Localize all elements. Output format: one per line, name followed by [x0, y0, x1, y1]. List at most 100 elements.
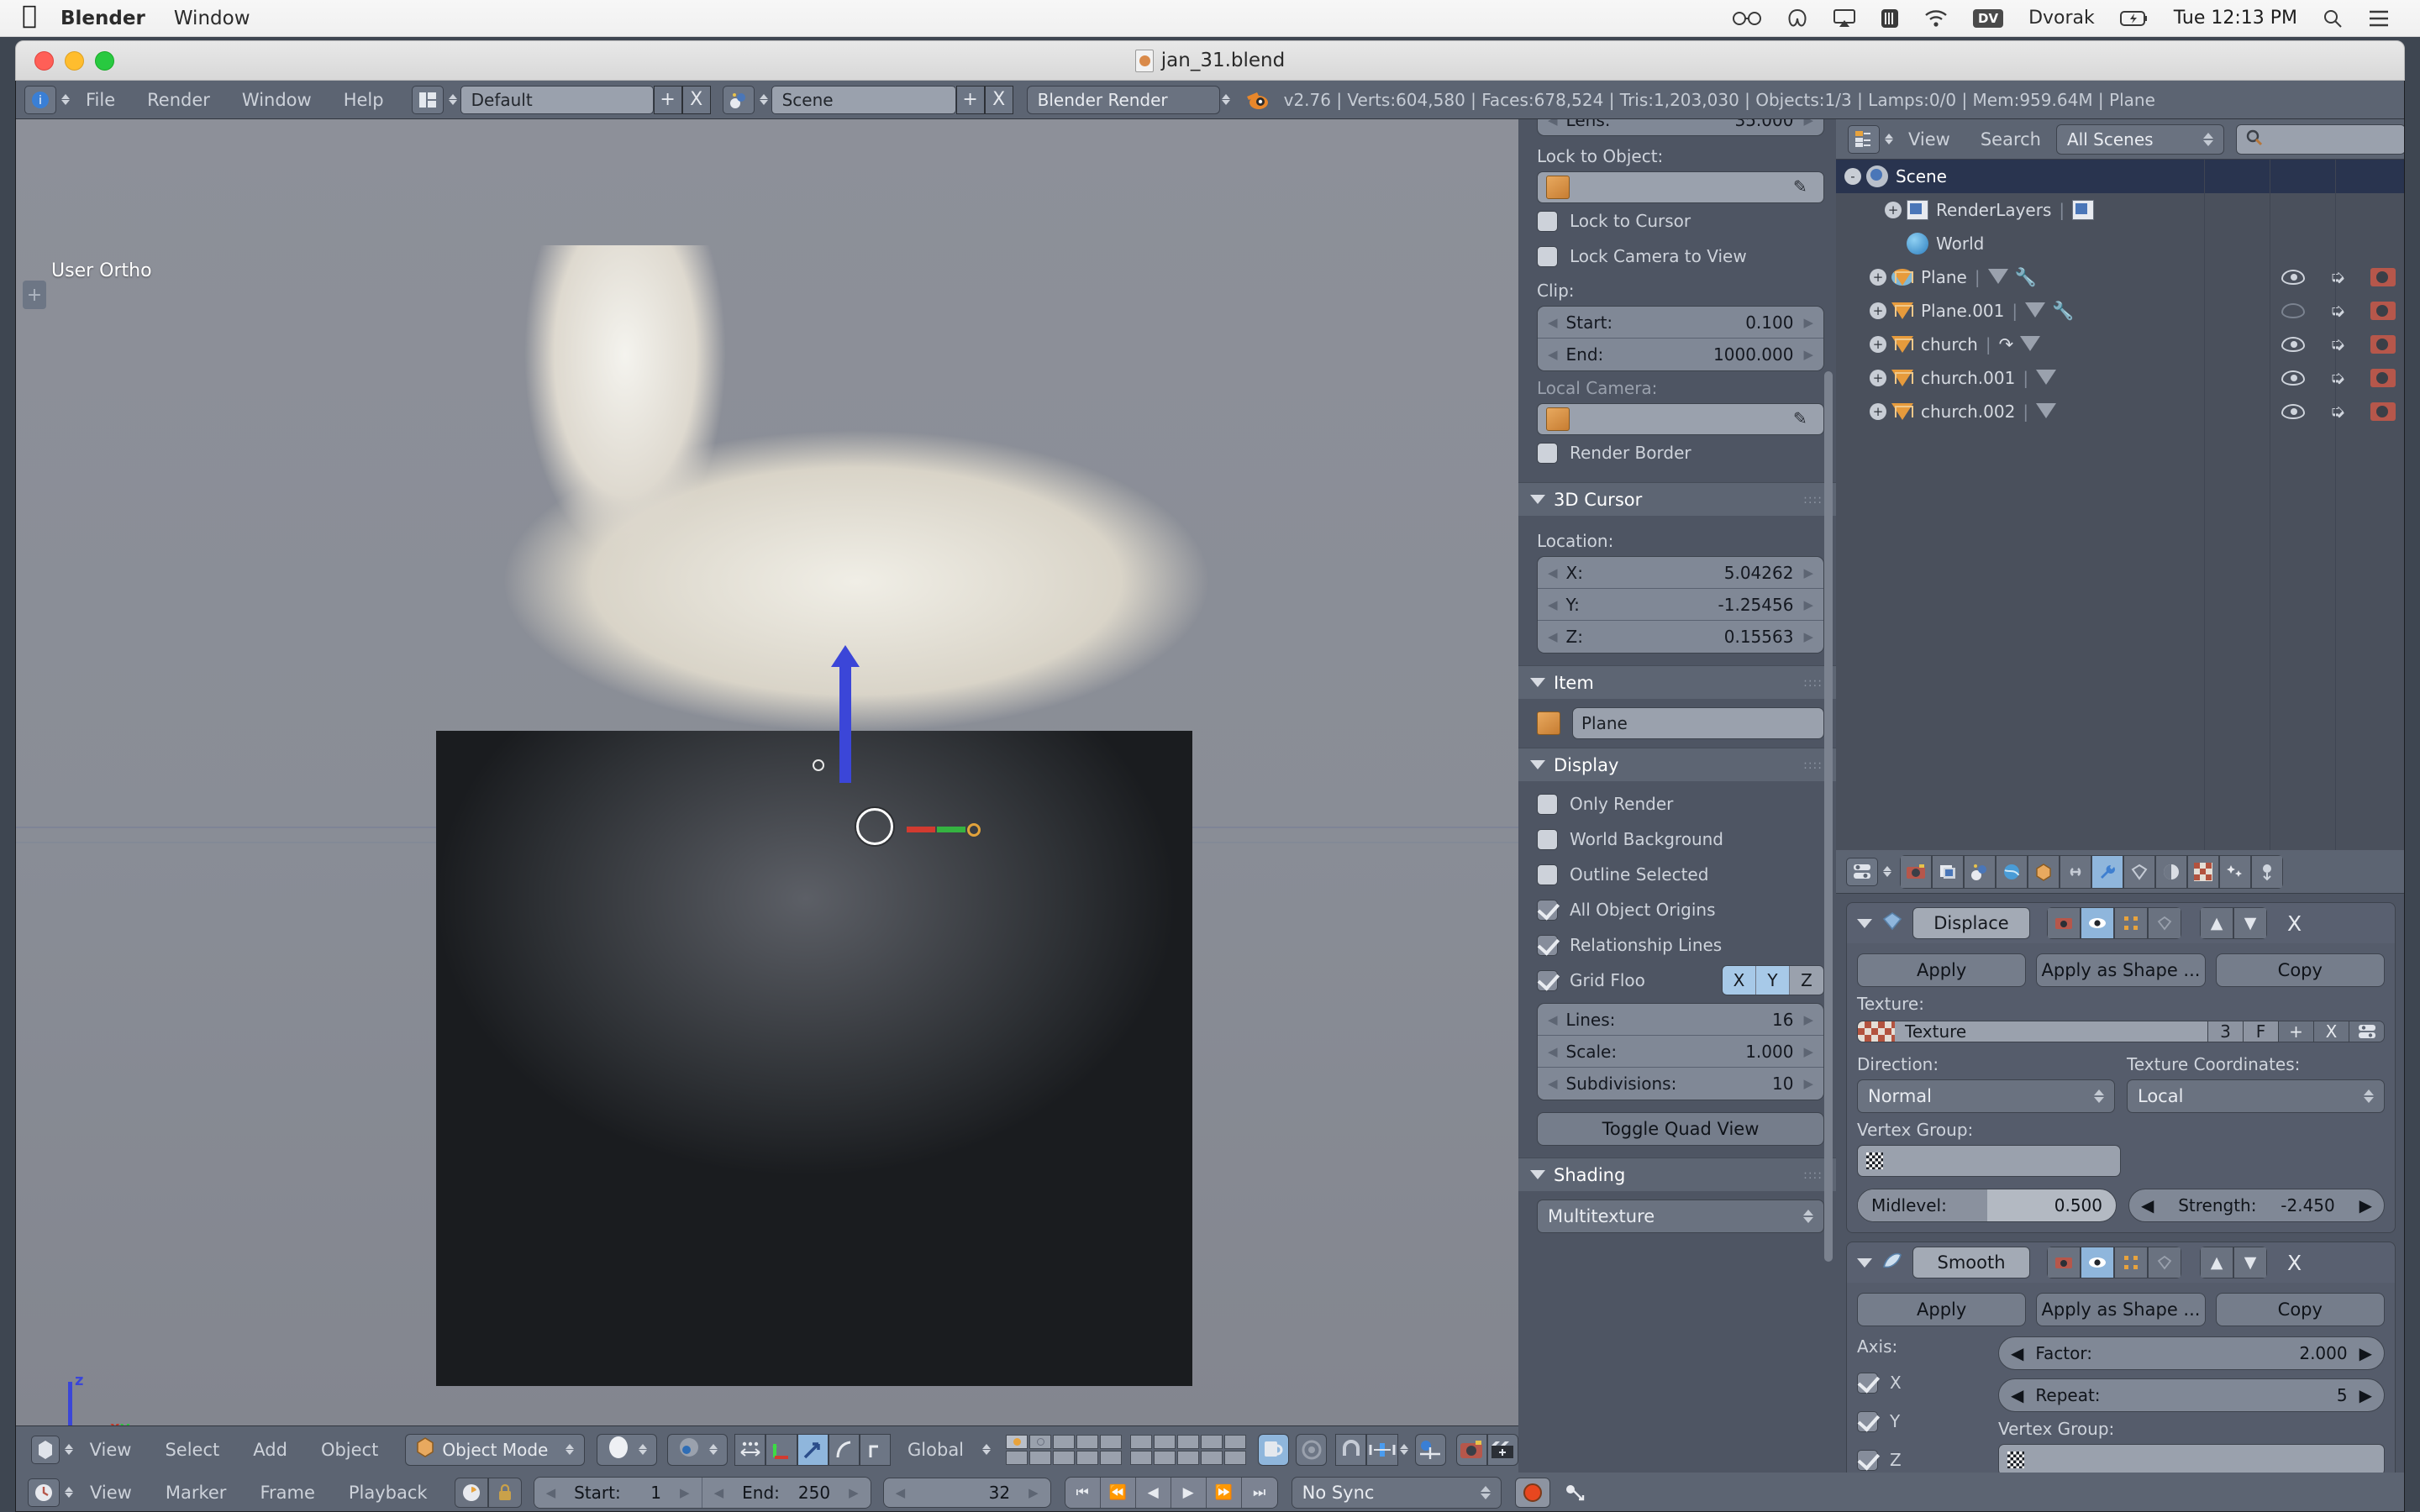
info-editor-type-icon[interactable]: i — [24, 85, 56, 114]
timeline-editor-icon[interactable] — [28, 1478, 60, 1507]
layer-cell[interactable] — [1154, 1450, 1176, 1465]
menu-help[interactable]: Help — [328, 90, 400, 110]
apple-logo-icon[interactable]:  — [22, 3, 37, 29]
render-engine-select[interactable]: Blender Render — [1026, 85, 1220, 114]
texture-unlink-button[interactable]: X — [2313, 1021, 2349, 1042]
menu-window[interactable]: Window — [226, 90, 328, 110]
grid-lines-field[interactable]: ◀ Lines: 16 ▶ — [1538, 1004, 1823, 1036]
repeat-inc[interactable]: ▶ — [2360, 1385, 2372, 1405]
expand-toggle-icon[interactable]: - — [1844, 168, 1861, 185]
viewport-properties-panel[interactable]: ◀ Lens: 35.000 ▶ Lock to Object: ✎ Lock … — [1518, 119, 1836, 1473]
edit-mode-toggle-icon[interactable] — [2114, 907, 2148, 939]
delete-screen-button[interactable]: X — [681, 85, 711, 114]
scale-manipulator-icon[interactable] — [828, 1433, 860, 1466]
modifier-name-field[interactable]: Smooth — [1912, 1247, 2030, 1278]
cursor-x-field[interactable]: ◀ X: 5.04262 ▶ — [1538, 557, 1823, 589]
collapse-triangle-icon[interactable] — [1530, 495, 1545, 504]
layer-cell[interactable] — [1029, 1450, 1052, 1465]
layer-cell[interactable] — [1201, 1434, 1223, 1449]
transform-manipulator[interactable] — [907, 823, 999, 837]
input-source-label[interactable]: Dvorak — [2028, 8, 2095, 29]
animation-icon[interactable]: ↷ — [1999, 334, 2014, 354]
repeat-dec[interactable]: ◀ — [2011, 1385, 2023, 1405]
section-item-header[interactable]: Item :::: — [1518, 665, 1836, 699]
smooth-axis-x-checkbox[interactable] — [1857, 1372, 1878, 1394]
modifier-smooth[interactable]: Smooth ▲ ▼ X Apply Apply as Shape ... Co… — [1846, 1242, 2396, 1473]
texture-browse-icon[interactable] — [2349, 1021, 2384, 1042]
only-render-row[interactable]: Only Render — [1537, 786, 1824, 822]
texture-coordinates-select[interactable]: Local — [2127, 1079, 2385, 1113]
section-display-header[interactable]: Display :::: — [1518, 748, 1836, 781]
material-tab-icon[interactable] — [2155, 854, 2187, 889]
timeline-menu-playback[interactable]: Playback — [332, 1483, 445, 1503]
modifier-wrench-icon[interactable]: 🔧 — [2015, 267, 2037, 288]
outliner-editor-spinner[interactable] — [1885, 134, 1893, 144]
layer-cell[interactable] — [1130, 1450, 1153, 1465]
smooth-vertex-group-field[interactable] — [1998, 1444, 2385, 1473]
smooth-axis-z-row[interactable]: Z — [1857, 1446, 1983, 1473]
frame-start-field[interactable]: ◀ Start: 1 ▶ — [534, 1477, 702, 1508]
translate-manipulator-icon[interactable] — [765, 1433, 797, 1466]
subdivisions-dec[interactable]: ◀ — [1548, 1076, 1558, 1091]
move-modifier-up-icon[interactable]: ▲ — [2200, 907, 2233, 939]
cursor-x-dec[interactable]: ◀ — [1548, 565, 1558, 580]
delete-modifier-icon[interactable]: X — [2287, 911, 2302, 936]
lock-camera-to-view-checkbox[interactable] — [1537, 245, 1558, 267]
render-layers-badge-icon[interactable] — [2072, 200, 2095, 220]
section-shading-header[interactable]: Shading :::: — [1518, 1158, 1836, 1191]
lock-object-modes-icon[interactable] — [1258, 1433, 1290, 1466]
lock-camera-to-view-row[interactable]: Lock Camera to View — [1537, 239, 1824, 274]
current-frame-dec[interactable]: ◀ — [896, 1485, 906, 1500]
particles-tab-icon[interactable] — [2219, 854, 2251, 889]
screen-layout-spinner[interactable] — [448, 94, 457, 105]
snap-target-icon[interactable] — [1366, 1433, 1398, 1466]
smooth-axis-y-checkbox[interactable] — [1857, 1410, 1878, 1432]
smooth-apply-as-shape-button[interactable]: Apply as Shape ... — [2036, 1293, 2206, 1326]
interaction-mode-select[interactable]: Object Mode — [405, 1433, 586, 1466]
butterfly-icon[interactable] — [1786, 8, 1808, 29]
info-editor-type-spinner[interactable] — [61, 94, 70, 105]
mesh-data-icon[interactable] — [2036, 370, 2057, 386]
world-background-checkbox[interactable] — [1537, 828, 1558, 850]
move-modifier-down-icon[interactable]: ▼ — [2233, 1247, 2267, 1278]
3d-view-editor-icon[interactable] — [31, 1435, 60, 1464]
section-3d-cursor-header[interactable]: 3D Cursor :::: — [1518, 482, 1836, 516]
only-render-checkbox[interactable] — [1537, 793, 1558, 815]
render-engine-spinner[interactable] — [1221, 94, 1230, 105]
modifier-name-field[interactable]: Displace — [1912, 907, 2030, 939]
expand-toggle-icon[interactable]: + — [1885, 202, 1902, 218]
smooth-repeat-field[interactable]: ◀ Repeat: 5 ▶ — [1998, 1378, 2385, 1412]
sync-mode-arrows[interactable] — [1480, 1485, 1491, 1499]
grid-axis-z[interactable]: Z — [1790, 966, 1823, 995]
frame-end-field[interactable]: ◀ End: 250 ▶ — [702, 1477, 871, 1508]
manipulator-extra-icon[interactable] — [859, 1433, 892, 1466]
local-camera-field[interactable]: ✎ — [1537, 403, 1824, 435]
mesh-data-icon[interactable] — [2020, 336, 2041, 353]
viewport-menu-add[interactable]: Add — [236, 1440, 304, 1460]
delete-scene-button[interactable]: X — [984, 85, 1013, 114]
viewport-menu-view[interactable]: View — [73, 1440, 149, 1460]
manipulator-toggle-icon[interactable] — [734, 1433, 766, 1466]
frame-forward-icon[interactable]: ⏩ — [1206, 1477, 1242, 1508]
lock-to-cursor-row[interactable]: Lock to Cursor — [1537, 203, 1824, 239]
layer-cell[interactable] — [1053, 1450, 1076, 1465]
record-icon[interactable] — [1514, 1477, 1550, 1508]
cursor-x-inc[interactable]: ▶ — [1803, 565, 1813, 580]
modifier-displace-header[interactable]: Displace ▲ ▼ X — [1847, 903, 2395, 943]
scene-field[interactable]: Scene — [771, 85, 956, 114]
render-border-row[interactable]: Render Border — [1537, 435, 1824, 470]
outliner-search-input[interactable] — [2236, 123, 2404, 155]
menu-file[interactable]: File — [70, 90, 131, 110]
texture-coordinates-arrows[interactable] — [2364, 1089, 2374, 1103]
auto-key-icon[interactable] — [454, 1477, 488, 1508]
displace-apply-as-shape-button[interactable]: Apply as Shape ... — [2036, 953, 2206, 987]
magnet-icon[interactable] — [1335, 1433, 1367, 1466]
object-tab-icon[interactable] — [2028, 854, 2060, 889]
scale-dec[interactable]: ◀ — [1548, 1044, 1558, 1059]
clip-end-dec[interactable]: ◀ — [1548, 347, 1558, 362]
x-axis-handle[interactable] — [907, 827, 935, 832]
layer-cell[interactable] — [1006, 1450, 1028, 1465]
new-screen-button[interactable]: + — [653, 85, 682, 114]
scene-spinner[interactable] — [759, 94, 768, 105]
pivot-point-select[interactable] — [667, 1433, 729, 1466]
